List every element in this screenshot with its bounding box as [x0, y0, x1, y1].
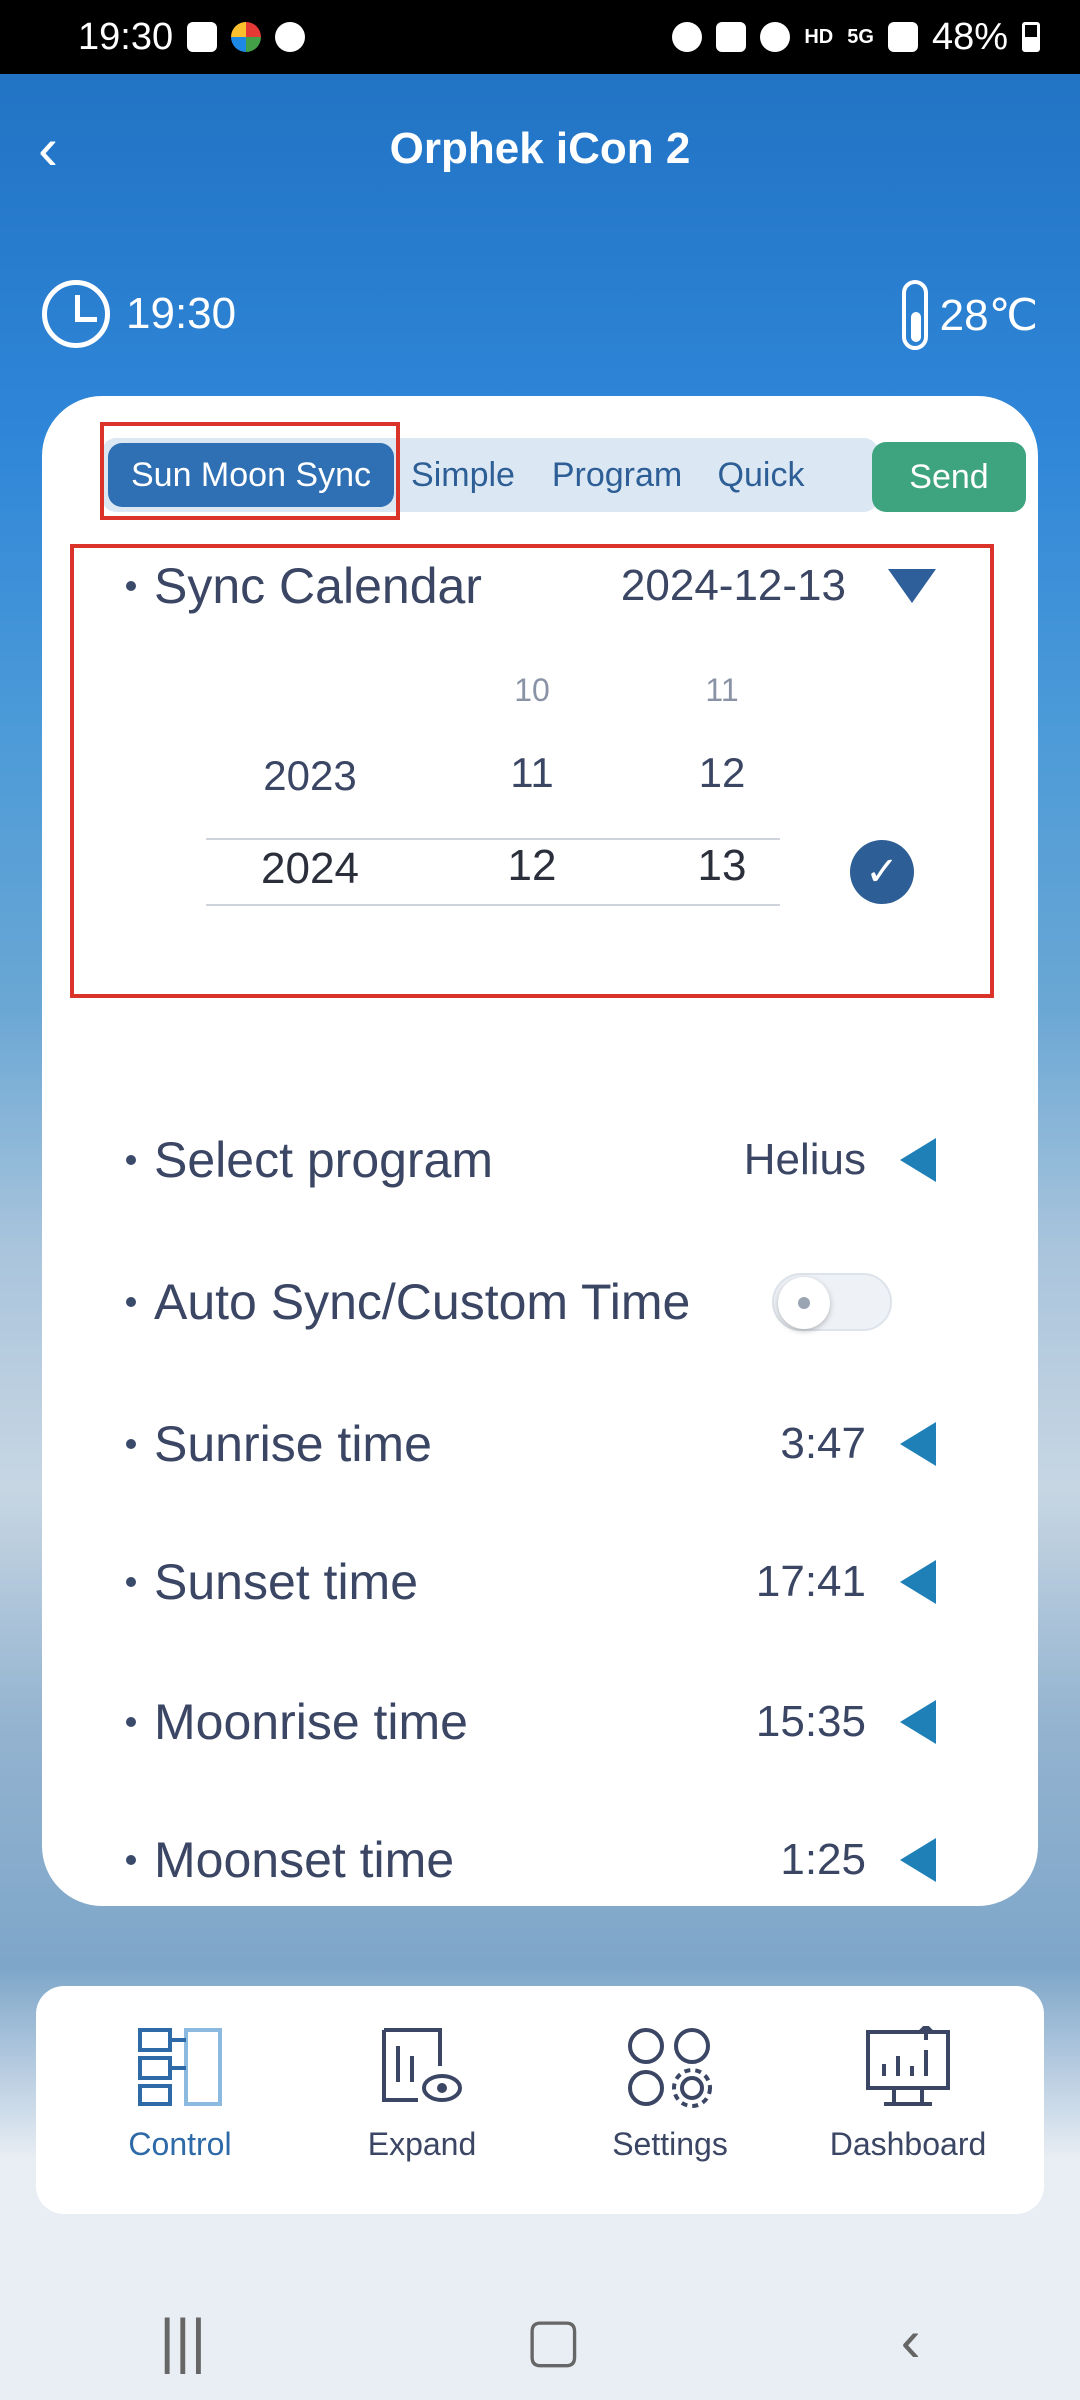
- control-icon: [136, 2026, 224, 2108]
- record-icon: [275, 22, 306, 52]
- clock-icon: [42, 280, 110, 348]
- auto-sync-toggle[interactable]: [772, 1273, 892, 1331]
- app-icon: [231, 22, 262, 52]
- system-back-icon[interactable]: ‹: [901, 2306, 921, 2375]
- moonset-row[interactable]: Moonset time 1:25: [126, 1820, 986, 1900]
- sunrise-row[interactable]: Sunrise time 3:47: [126, 1404, 986, 1484]
- bullet: [126, 1155, 136, 1165]
- status-right: HD 5G 48%: [672, 16, 1040, 59]
- send-button[interactable]: Send: [872, 442, 1026, 512]
- battery-icon: [1022, 22, 1040, 52]
- status-time: 19:30: [78, 15, 174, 58]
- setting-label: Sunrise time: [154, 1416, 432, 1472]
- picker-year-prev: 2023: [263, 752, 357, 799]
- picker-month-column[interactable]: 10 11 12: [432, 660, 632, 891]
- picker-month-prev2: 10: [514, 672, 550, 708]
- moonrise-row[interactable]: Moonrise time 15:35: [126, 1682, 986, 1762]
- nav-expand[interactable]: Expand: [322, 2026, 522, 2163]
- control-card: Sun Moon Sync Simple Program Quick Send …: [42, 396, 1038, 1906]
- recent-apps-icon[interactable]: |||: [159, 2306, 206, 2375]
- setting-value: 3:47: [780, 1419, 866, 1468]
- nav-label: Expand: [367, 2126, 477, 2162]
- setting-label: Moonrise time: [154, 1694, 468, 1750]
- settings-icon: [626, 2026, 714, 2108]
- bullet: [126, 581, 136, 591]
- bullet: [126, 1297, 136, 1307]
- bullet: [126, 1717, 136, 1727]
- setting-label: Auto Sync/Custom Time: [154, 1274, 691, 1330]
- tab-program[interactable]: Program: [532, 438, 702, 512]
- nav-label: Settings: [612, 2126, 728, 2162]
- tab-highlight-box: [100, 422, 400, 520]
- expand-icon: [378, 2026, 466, 2108]
- toggle-knob: [778, 1277, 830, 1329]
- expand-arrow-icon[interactable]: [900, 1422, 936, 1466]
- picker-month-prev: 11: [510, 749, 554, 796]
- tab-quick[interactable]: Quick: [702, 438, 820, 512]
- page-title: Orphek iCon 2: [389, 124, 691, 173]
- temperature-value: 28℃: [939, 290, 1038, 340]
- battery-percent: 48%: [931, 15, 1008, 58]
- gallery-icon: [187, 22, 218, 52]
- bullet: [126, 1439, 136, 1449]
- picker-day-prev: 12: [698, 749, 746, 796]
- current-time: 19:30: [126, 289, 237, 338]
- clock-row: 19:30: [42, 280, 236, 348]
- picker-day-column[interactable]: 11 12 13: [622, 660, 822, 891]
- setting-label: Moonset time: [154, 1832, 455, 1888]
- setting-label: Sunset time: [154, 1554, 419, 1610]
- wifi-icon: [760, 22, 791, 52]
- setting-value: Helius: [743, 1135, 866, 1184]
- picker-day-selected: 13: [697, 841, 747, 890]
- signal-label: 5G: [847, 25, 874, 48]
- status-left: 19:30: [78, 15, 306, 59]
- bullet: [126, 1577, 136, 1587]
- expand-arrow-icon[interactable]: [900, 1138, 936, 1182]
- status-bar: 19:30 HD 5G 48%: [0, 0, 1080, 74]
- expand-arrow-icon[interactable]: [900, 1560, 936, 1604]
- nav-dashboard[interactable]: Dashboard: [808, 2023, 1008, 2163]
- sync-calendar-value: 2024-12-13: [620, 561, 846, 610]
- temperature-row: 28℃: [901, 280, 1038, 350]
- expand-arrow-icon[interactable]: [900, 1700, 936, 1744]
- setting-value: 15:35: [755, 1697, 866, 1746]
- alarm-icon: [672, 22, 703, 52]
- setting-label: Select program: [154, 1132, 494, 1188]
- bullet: [126, 1855, 136, 1865]
- confirm-check-icon[interactable]: ✓: [850, 840, 914, 904]
- setting-value: 17:41: [755, 1557, 866, 1606]
- picker-day-prev2: 11: [705, 672, 739, 708]
- sunset-row[interactable]: Sunset time 17:41: [126, 1542, 986, 1622]
- sync-calendar-label: Sync Calendar: [154, 558, 482, 614]
- setting-value: 1:25: [780, 1835, 866, 1884]
- home-icon[interactable]: ▢: [525, 2305, 582, 2375]
- picker-year-selected: 2024: [261, 844, 359, 893]
- thermometer-icon: [901, 280, 928, 350]
- nav-settings[interactable]: Settings: [570, 2026, 770, 2163]
- nav-label: Dashboard: [829, 2126, 987, 2162]
- top-bar: ‹ Orphek iCon 2: [0, 74, 1080, 234]
- auto-sync-row: Auto Sync/Custom Time: [126, 1262, 986, 1342]
- sync-calendar-row[interactable]: Sync Calendar 2024-12-13: [126, 546, 986, 626]
- signal-icon: [887, 22, 918, 52]
- select-program-row[interactable]: Select program Helius: [126, 1120, 986, 1200]
- nav-label: Control: [128, 2126, 232, 2162]
- picker-divider-top: [206, 838, 780, 840]
- network-label: HD: [804, 25, 834, 48]
- expand-arrow-icon[interactable]: [900, 1838, 936, 1882]
- picker-year-column[interactable]: 2023 2024: [210, 660, 410, 894]
- picker-month-selected: 12: [507, 841, 557, 890]
- picker-divider-bottom: [206, 904, 780, 906]
- bottom-nav: Control Expand Settings Dashboard: [36, 1986, 1044, 2214]
- tab-simple[interactable]: Simple: [394, 438, 532, 512]
- mute-icon: [716, 22, 747, 52]
- system-nav-bar: ||| ▢ ‹: [0, 2280, 1080, 2400]
- chevron-down-icon[interactable]: [888, 569, 936, 603]
- dashboard-icon: [864, 2023, 952, 2108]
- nav-control[interactable]: Control: [80, 2026, 280, 2163]
